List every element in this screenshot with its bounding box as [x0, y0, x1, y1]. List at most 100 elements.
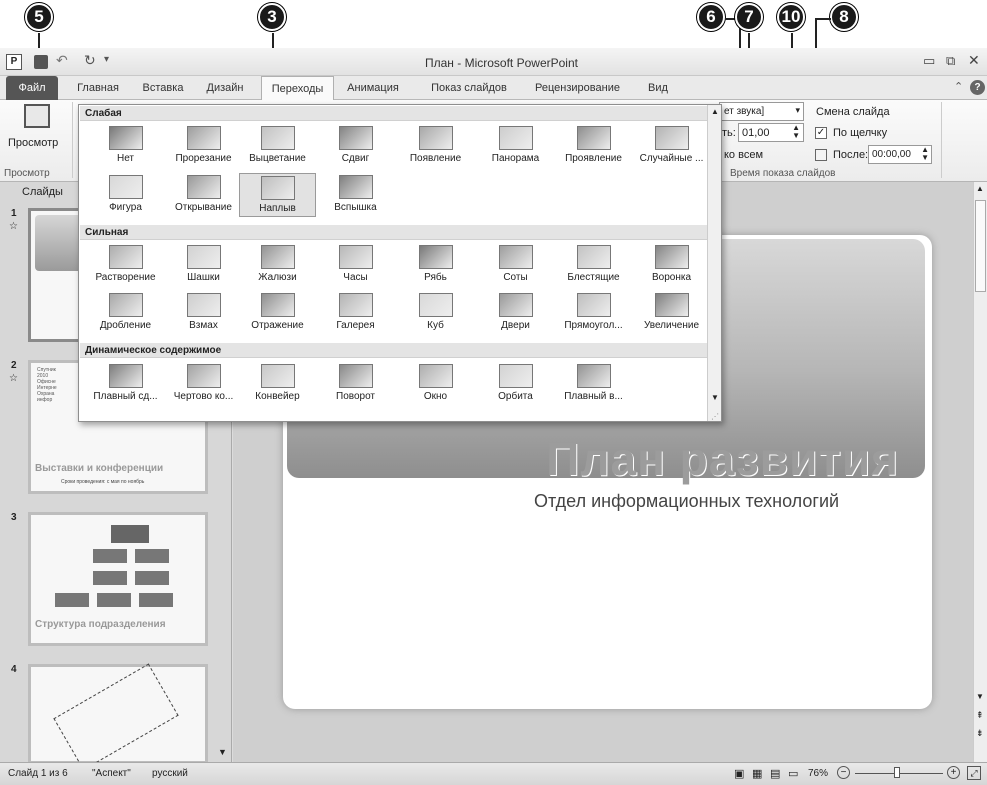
- minimize-icon[interactable]: ▭: [923, 53, 935, 69]
- transition-1-1[interactable]: Шашки: [165, 243, 242, 287]
- restore-icon[interactable]: ⧉: [946, 53, 955, 69]
- transition-0-11[interactable]: Вспышка: [317, 173, 394, 217]
- slide-title[interactable]: План развития: [546, 432, 899, 486]
- transition-0-3[interactable]: Сдвиг: [317, 124, 394, 168]
- transition-0-4[interactable]: Появление: [397, 124, 474, 168]
- transition-2-4[interactable]: Окно: [397, 362, 474, 406]
- transition-1-9[interactable]: Взмах: [165, 291, 242, 335]
- transition-1-6[interactable]: Блестящие: [555, 243, 632, 287]
- thumb-sub: Сроки проведения: с мая по ноябрь: [61, 479, 145, 485]
- scroll-up-icon[interactable]: ▲: [711, 107, 719, 116]
- fit-to-window-icon[interactable]: ⤢: [967, 766, 981, 780]
- scroll-thumb[interactable]: [975, 200, 986, 292]
- after-time-field[interactable]: 00:00,00 ▲ ▼: [868, 145, 932, 164]
- tab-animations[interactable]: Анимация: [338, 76, 408, 100]
- transition-0-2[interactable]: Выцветание: [239, 124, 316, 168]
- after-checkbox[interactable]: [815, 149, 827, 161]
- status-language[interactable]: русский: [152, 768, 188, 779]
- vertical-scrollbar[interactable]: ▲ ▼ ⇞ ⇟: [973, 182, 987, 762]
- transition-label: Плавный в...: [564, 391, 623, 402]
- help-icon[interactable]: ?: [970, 80, 985, 95]
- transition-0-5[interactable]: Панорама: [477, 124, 554, 168]
- transition-0-6[interactable]: Проявление: [555, 124, 632, 168]
- next-slide-icon[interactable]: ⇟: [976, 728, 984, 739]
- zoom-out-icon[interactable]: −: [837, 766, 850, 779]
- tab-home[interactable]: Главная: [70, 76, 126, 100]
- transition-label: Выцветание: [249, 153, 306, 164]
- transition-1-10[interactable]: Отражение: [239, 291, 316, 335]
- spinner-icon[interactable]: ▲ ▼: [792, 124, 800, 140]
- undo-icon[interactable]: ↶: [56, 52, 68, 69]
- tab-insert[interactable]: Вставка: [134, 76, 192, 100]
- close-icon[interactable]: ✕: [968, 52, 980, 69]
- transition-1-2[interactable]: Жалюзи: [239, 243, 316, 287]
- transition-preview-icon: [338, 126, 373, 150]
- transition-1-4[interactable]: Рябь: [397, 243, 474, 287]
- slide-thumbnail-4[interactable]: 4: [11, 663, 208, 771]
- transition-label: Открывание: [175, 202, 232, 213]
- transition-1-0[interactable]: Растворение: [87, 243, 164, 287]
- scroll-down-icon[interactable]: ▼: [976, 692, 984, 701]
- transition-1-7[interactable]: Воронка: [633, 243, 710, 287]
- zoom-level[interactable]: 76%: [808, 768, 828, 779]
- transition-1-11[interactable]: Галерея: [317, 291, 394, 335]
- qat-dropdown-icon[interactable]: ▾: [104, 54, 109, 65]
- org-chart-box: [139, 593, 173, 607]
- transition-2-3[interactable]: Поворот: [317, 362, 394, 406]
- zoom-slider-thumb[interactable]: [894, 767, 900, 778]
- apply-to-all-button[interactable]: ко всем: [724, 149, 763, 161]
- tab-file[interactable]: Файл: [6, 76, 58, 100]
- zoom-in-icon[interactable]: +: [947, 766, 960, 779]
- transition-0-7[interactable]: Случайные ...: [633, 124, 710, 168]
- powerpoint-app-icon[interactable]: P: [6, 54, 22, 70]
- transition-1-5[interactable]: Соты: [477, 243, 554, 287]
- resize-grip-icon[interactable]: ⋰: [711, 412, 719, 421]
- preview-button[interactable]: Просмотр: [4, 102, 70, 156]
- transition-2-2[interactable]: Конвейер: [239, 362, 316, 406]
- redo-icon[interactable]: ↻: [84, 52, 96, 69]
- tab-view[interactable]: Вид: [640, 76, 676, 100]
- prev-slide-icon[interactable]: ⇞: [976, 710, 984, 721]
- transition-1-15[interactable]: Увеличение: [633, 291, 710, 335]
- collapse-ribbon-icon[interactable]: ⌃: [954, 80, 963, 93]
- reading-view-icon[interactable]: ▤: [770, 767, 780, 780]
- slides-pane-tab[interactable]: Слайды: [22, 186, 63, 198]
- org-chart-box: [93, 549, 127, 563]
- slide-thumbnail-3[interactable]: 3 Структура подразделения: [11, 512, 208, 646]
- transition-2-5[interactable]: Орбита: [477, 362, 554, 406]
- transition-2-1[interactable]: Чертово ко...: [165, 362, 242, 406]
- transition-0-1[interactable]: Прорезание: [165, 124, 242, 168]
- transition-0-9[interactable]: Открывание: [165, 173, 242, 217]
- transition-1-8[interactable]: Дробление: [87, 291, 164, 335]
- tab-slideshow[interactable]: Показ слайдов: [420, 76, 518, 100]
- gallery-scrollbar[interactable]: ▲ ▼: [707, 105, 721, 421]
- transition-2-0[interactable]: Плавный сд...: [87, 362, 164, 406]
- scroll-down-icon[interactable]: ▼: [711, 393, 719, 402]
- duration-field[interactable]: 01,00 ▲ ▼: [738, 123, 804, 142]
- slideshow-view-icon[interactable]: ▭: [788, 767, 798, 780]
- save-icon[interactable]: [34, 55, 48, 69]
- transition-1-13[interactable]: Двери: [477, 291, 554, 335]
- sound-dropdown[interactable]: ет звука] ▾: [719, 102, 804, 121]
- scroll-down-icon[interactable]: ▼: [218, 747, 227, 757]
- transition-0-10[interactable]: Наплыв: [239, 173, 316, 217]
- spinner-icon[interactable]: ▲ ▼: [921, 146, 929, 162]
- transition-label: Дробление: [99, 320, 152, 331]
- transition-1-3[interactable]: Часы: [317, 243, 394, 287]
- status-theme[interactable]: "Аспект": [92, 768, 131, 779]
- transition-1-14[interactable]: Прямоугол...: [555, 291, 632, 335]
- normal-view-icon[interactable]: ▣: [734, 767, 744, 780]
- on-click-checkbox[interactable]: ✓: [815, 127, 827, 139]
- scroll-up-icon[interactable]: ▲: [976, 184, 984, 193]
- transition-1-12[interactable]: Куб: [397, 291, 474, 335]
- tab-transitions[interactable]: Переходы: [261, 76, 334, 101]
- sorter-view-icon[interactable]: ▦: [752, 767, 762, 780]
- transition-0-8[interactable]: Фигура: [87, 173, 164, 217]
- transition-2-6[interactable]: Плавный в...: [555, 362, 632, 406]
- transition-label: Взмах: [189, 320, 218, 331]
- tab-design[interactable]: Дизайн: [196, 76, 254, 100]
- transition-label: Орбита: [498, 391, 533, 402]
- tab-review[interactable]: Рецензирование: [525, 76, 630, 100]
- transition-0-0[interactable]: Нет: [87, 124, 164, 168]
- slide-subtitle[interactable]: Отдел информационных технологий: [534, 491, 839, 512]
